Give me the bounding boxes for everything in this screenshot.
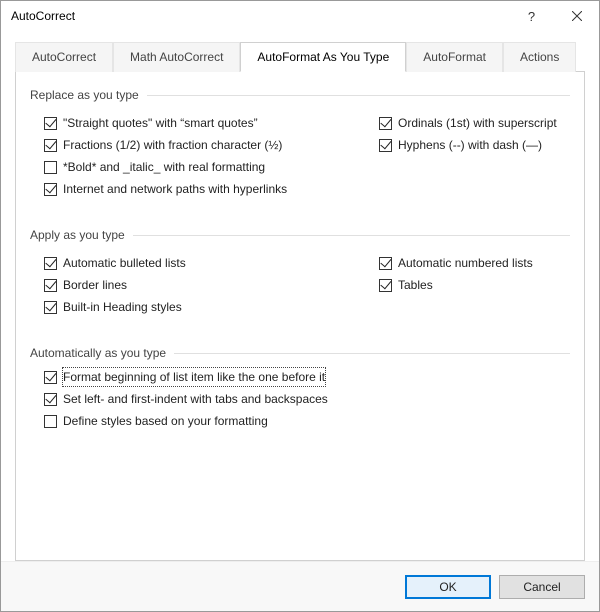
- checkbox-label: Define styles based on your formatting: [63, 412, 268, 430]
- replace-col-right: Ordinals (1st) with superscript Hyphens …: [365, 110, 570, 202]
- tab-autocorrect[interactable]: AutoCorrect: [15, 42, 113, 72]
- close-button[interactable]: [554, 1, 599, 31]
- group-title-label: Apply as you type: [30, 228, 125, 242]
- titlebar: AutoCorrect ?: [1, 1, 599, 31]
- dialog-body: AutoCorrect Math AutoCorrect AutoFormat …: [1, 31, 599, 561]
- checkbox-icon: [44, 371, 57, 384]
- cb-internet-paths[interactable]: Internet and network paths with hyperlin…: [44, 180, 365, 198]
- checkbox-icon: [379, 257, 392, 270]
- checkbox-label: Hyphens (--) with dash (—): [398, 136, 542, 154]
- checkbox-label: Built-in Heading styles: [63, 298, 182, 316]
- cb-bold-italic[interactable]: *Bold* and _italic_ with real formatting: [44, 158, 365, 176]
- tab-math-autocorrect[interactable]: Math AutoCorrect: [113, 42, 240, 72]
- replace-col-left: "Straight quotes" with “smart quotes” Fr…: [30, 110, 365, 202]
- checkbox-icon: [44, 117, 57, 130]
- cb-tables[interactable]: Tables: [379, 276, 570, 294]
- group-title-apply: Apply as you type: [30, 228, 570, 242]
- checkbox-icon: [379, 117, 392, 130]
- cb-hyphens[interactable]: Hyphens (--) with dash (—): [379, 136, 570, 154]
- checkbox-label: Automatic bulleted lists: [63, 254, 186, 272]
- cb-set-left-indent[interactable]: Set left- and first-indent with tabs and…: [44, 390, 570, 408]
- cb-auto-bulleted[interactable]: Automatic bulleted lists: [44, 254, 365, 272]
- checkbox-label: *Bold* and _italic_ with real formatting: [63, 158, 265, 176]
- checkbox-icon: [44, 139, 57, 152]
- cb-straight-quotes[interactable]: "Straight quotes" with “smart quotes”: [44, 114, 365, 132]
- cb-border-lines[interactable]: Border lines: [44, 276, 365, 294]
- titlebar-title: AutoCorrect: [11, 9, 509, 23]
- cb-fractions[interactable]: Fractions (1/2) with fraction character …: [44, 136, 365, 154]
- help-button[interactable]: ?: [509, 1, 554, 31]
- divider: [174, 353, 570, 354]
- autocorrect-dialog: AutoCorrect ? AutoCorrect Math AutoCorre…: [0, 0, 600, 612]
- checkbox-label: Automatic numbered lists: [398, 254, 533, 272]
- group-title-label: Automatically as you type: [30, 346, 166, 360]
- tab-autoformat[interactable]: AutoFormat: [406, 42, 503, 72]
- checkbox-icon: [44, 415, 57, 428]
- cb-define-styles[interactable]: Define styles based on your formatting: [44, 412, 570, 430]
- cancel-button[interactable]: Cancel: [499, 575, 585, 599]
- tab-bar: AutoCorrect Math AutoCorrect AutoFormat …: [15, 41, 585, 72]
- tab-content: Replace as you type "Straight quotes" wi…: [15, 72, 585, 561]
- apply-col-left: Automatic bulleted lists Border lines Bu…: [30, 250, 365, 320]
- checkbox-label: Fractions (1/2) with fraction character …: [63, 136, 282, 154]
- group-title-replace: Replace as you type: [30, 88, 570, 102]
- apply-columns: Automatic bulleted lists Border lines Bu…: [30, 250, 570, 320]
- checkbox-icon: [44, 393, 57, 406]
- apply-col-right: Automatic numbered lists Tables: [365, 250, 570, 320]
- checkbox-label: Ordinals (1st) with superscript: [398, 114, 557, 132]
- divider: [147, 95, 570, 96]
- checkbox-icon: [379, 139, 392, 152]
- group-title-auto: Automatically as you type: [30, 346, 570, 360]
- cb-ordinals[interactable]: Ordinals (1st) with superscript: [379, 114, 570, 132]
- auto-items: Format beginning of list item like the o…: [30, 368, 570, 430]
- checkbox-label: Tables: [398, 276, 433, 294]
- group-title-label: Replace as you type: [30, 88, 139, 102]
- close-icon: [572, 11, 582, 21]
- checkbox-icon: [44, 257, 57, 270]
- tab-autoformat-as-you-type[interactable]: AutoFormat As You Type: [240, 42, 406, 72]
- checkbox-label: Border lines: [63, 276, 127, 294]
- cb-auto-numbered[interactable]: Automatic numbered lists: [379, 254, 570, 272]
- checkbox-label: Format beginning of list item like the o…: [63, 368, 325, 386]
- tab-actions[interactable]: Actions: [503, 42, 576, 72]
- replace-columns: "Straight quotes" with “smart quotes” Fr…: [30, 110, 570, 202]
- divider: [133, 235, 570, 236]
- dialog-footer: OK Cancel: [1, 561, 599, 611]
- checkbox-icon: [379, 279, 392, 292]
- cb-heading-styles[interactable]: Built-in Heading styles: [44, 298, 365, 316]
- checkbox-label: "Straight quotes" with “smart quotes”: [63, 114, 258, 132]
- ok-button[interactable]: OK: [405, 575, 491, 599]
- checkbox-label: Internet and network paths with hyperlin…: [63, 180, 287, 198]
- cb-format-beginning[interactable]: Format beginning of list item like the o…: [44, 368, 570, 386]
- checkbox-icon: [44, 301, 57, 314]
- checkbox-icon: [44, 183, 57, 196]
- checkbox-icon: [44, 161, 57, 174]
- checkbox-label: Set left- and first-indent with tabs and…: [63, 390, 328, 408]
- checkbox-icon: [44, 279, 57, 292]
